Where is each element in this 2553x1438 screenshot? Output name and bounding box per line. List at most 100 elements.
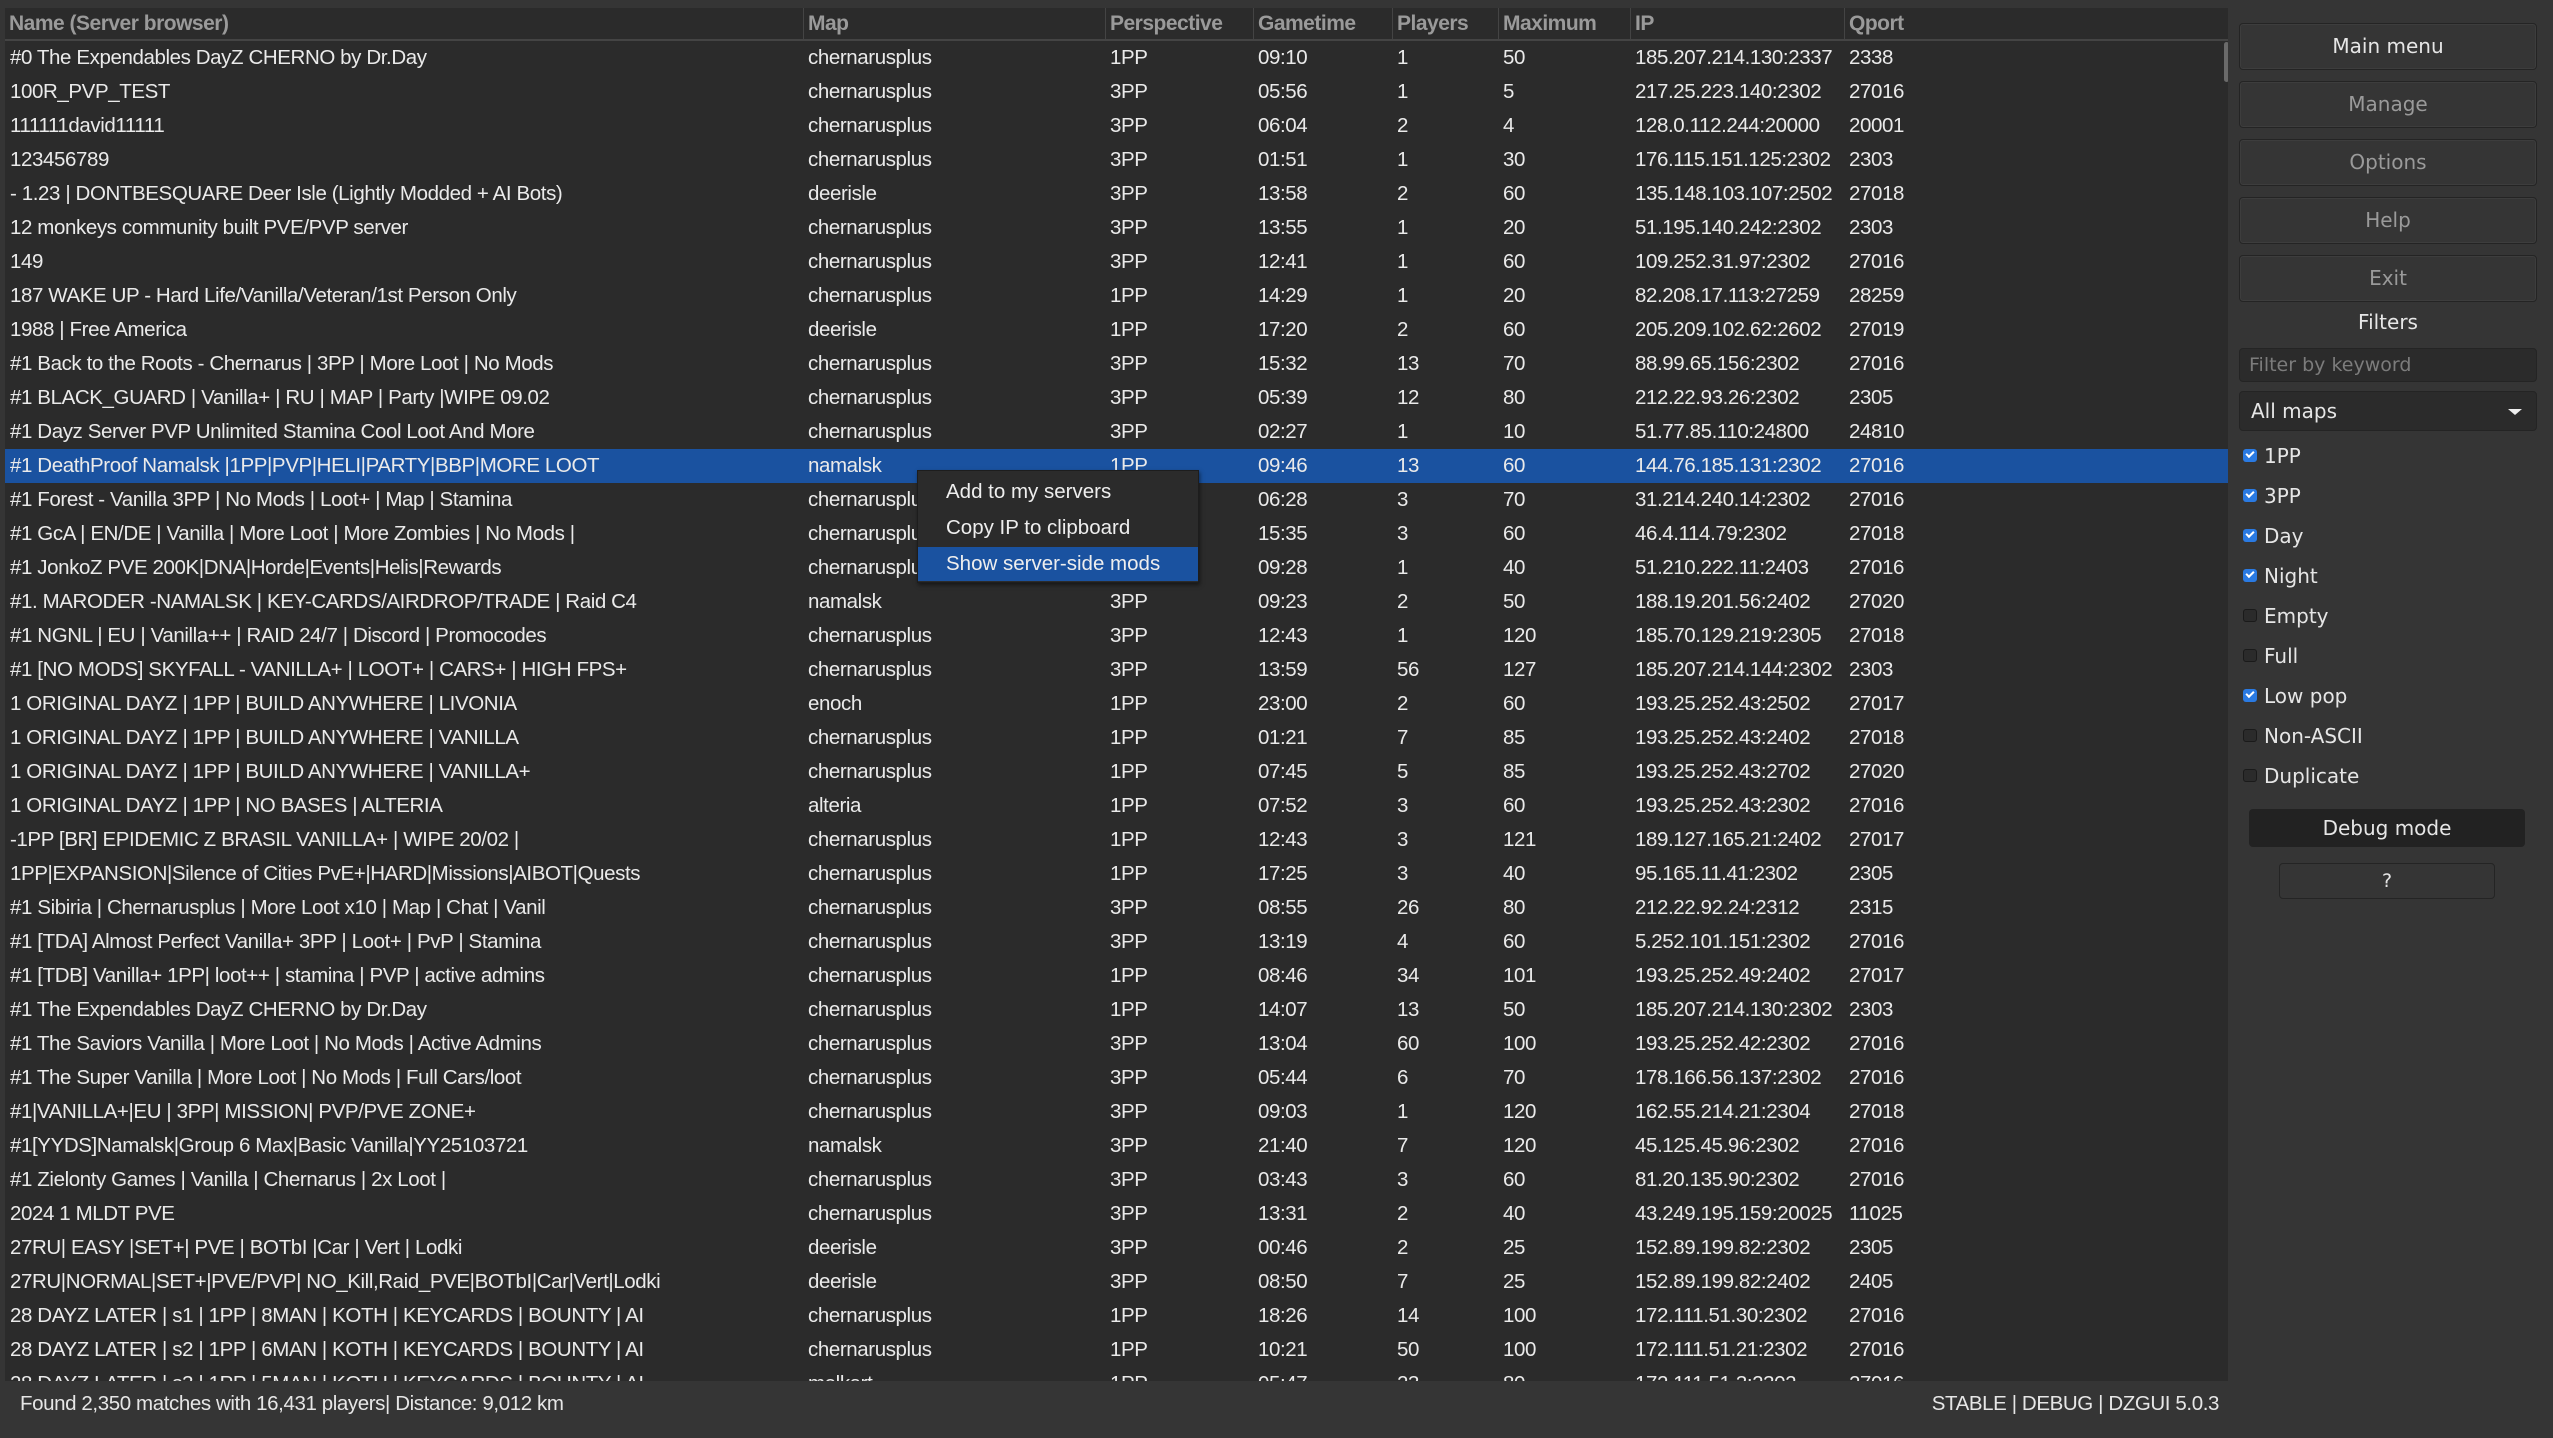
- table-row[interactable]: #1 The Expendables DayZ CHERNO by Dr.Day…: [5, 993, 2228, 1027]
- table-row[interactable]: #1 Dayz Server PVP Unlimited Stamina Coo…: [5, 415, 2228, 449]
- column-header-ip[interactable]: IP: [1630, 8, 1844, 39]
- exit-button[interactable]: Exit: [2239, 255, 2537, 302]
- table-row[interactable]: 1PP|EXPANSION|Silence of Cities PvE+|HAR…: [5, 857, 2228, 891]
- cell-perspective: 3PP: [1110, 658, 1148, 681]
- checkbox-unchecked-icon[interactable]: [2243, 769, 2257, 782]
- table-row[interactable]: #0 The Expendables DayZ CHERNO by Dr.Day…: [5, 41, 2228, 75]
- cell-qport: 2303: [1849, 148, 1894, 171]
- options-button[interactable]: Options: [2239, 139, 2537, 186]
- table-row[interactable]: 187 WAKE UP - Hard Life/Vanilla/Veteran/…: [5, 279, 2228, 313]
- checkbox-empty[interactable]: Empty: [2243, 601, 2329, 631]
- table-row[interactable]: #1[YYDS]Namalsk|Group 6 Max|Basic Vanill…: [5, 1129, 2228, 1163]
- table-row[interactable]: #1 [NO MODS] SKYFALL - VANILLA+ | LOOT+ …: [5, 653, 2228, 687]
- help-button[interactable]: Help: [2239, 197, 2537, 244]
- table-row[interactable]: -1PP [BR] EPIDEMIC Z BRASIL VANILLA+ | W…: [5, 823, 2228, 857]
- checkbox-full[interactable]: Full: [2243, 641, 2298, 671]
- menu-item-copy-ip[interactable]: Copy IP to clipboard: [918, 511, 1198, 545]
- main-menu-button[interactable]: Main menu: [2239, 23, 2537, 70]
- table-row[interactable]: 1 ORIGINAL DAYZ | 1PP | NO BASES | ALTER…: [5, 789, 2228, 823]
- table-row[interactable]: #1 The Super Vanilla | More Loot | No Mo…: [5, 1061, 2228, 1095]
- checkbox-checked-icon[interactable]: [2243, 569, 2257, 582]
- checkbox-1pp[interactable]: 1PP: [2243, 441, 2301, 471]
- table-row[interactable]: #1 The Saviors Vanilla | More Loot | No …: [5, 1027, 2228, 1061]
- cell-name: #1|VANILLA+|EU | 3PP| MISSION| PVP/PVE Z…: [10, 1100, 476, 1123]
- checkbox-checked-icon[interactable]: [2243, 489, 2257, 502]
- cell-players: 23: [1397, 1367, 1419, 1381]
- checkbox-checked-icon[interactable]: [2243, 689, 2257, 702]
- table-row[interactable]: 123456789 chernarusplus 3PP 01:51 1 30 176.115…: [5, 143, 2228, 177]
- table-row[interactable]: #1|VANILLA+|EU | 3PP| MISSION| PVP/PVE Z…: [5, 1095, 2228, 1129]
- checkbox-day[interactable]: Day: [2243, 521, 2304, 551]
- table-row[interactable]: 2024 1 MLDT PVE chernarusplus 3PP 13:31 2 40 4…: [5, 1197, 2228, 1231]
- question-button[interactable]: ?: [2279, 863, 2495, 899]
- table-row[interactable]: 100R_PVP_TEST chernarusplus 3PP 05:56 1 5 217.…: [5, 75, 2228, 109]
- column-header-players[interactable]: Players: [1392, 8, 1498, 39]
- table-row[interactable]: #1 [TDB] Vanilla+ 1PP| loot++ | stamina …: [5, 959, 2228, 993]
- table-row[interactable]: - 1.23 | DONTBESQUARE Deer Isle (Lightly…: [5, 177, 2228, 211]
- checkbox-night[interactable]: Night: [2243, 561, 2318, 591]
- table-row[interactable]: 27RU| EASY |SET+| PVE | BOTbI |Car | Ver…: [5, 1231, 2228, 1265]
- checkbox-unchecked-icon[interactable]: [2243, 609, 2257, 622]
- checkbox-duplicate[interactable]: Duplicate: [2243, 761, 2359, 791]
- debug-mode-button[interactable]: Debug mode: [2249, 809, 2525, 847]
- cell-gametime: 00:46: [1258, 1236, 1308, 1259]
- cell-maximum: 60: [1503, 182, 1526, 205]
- cell-players: 1: [1397, 148, 1409, 171]
- cell-name: 28 DAYZ LATER | s2 | 1PP | 6MAN | KOTH |…: [10, 1338, 644, 1361]
- cell-players: 1: [1397, 46, 1409, 69]
- table-row[interactable]: #1 BLACK_GUARD | Vanilla+ | RU | MAP | P…: [5, 381, 2228, 415]
- table-row[interactable]: 28 DAYZ LATER | s2 | 1PP | 6MAN | KOTH |…: [5, 1333, 2228, 1367]
- checkbox-unchecked-icon[interactable]: [2243, 649, 2257, 662]
- map-select[interactable]: All maps: [2239, 391, 2537, 431]
- table-row[interactable]: #1 Back to the Roots - Chernarus | 3PP |…: [5, 347, 2228, 381]
- table-row[interactable]: 12 monkeys community built PVE/PVP serve…: [5, 211, 2228, 245]
- table-row[interactable]: 28 DAYZ LATER | s3 | 1PP | 5MAN | KOTH |…: [5, 1367, 2228, 1381]
- table-row[interactable]: #1 [TDA] Almost Perfect Vanilla+ 3PP | L…: [5, 925, 2228, 959]
- checkbox-checked-icon[interactable]: [2243, 449, 2257, 462]
- keyword-filter-input[interactable]: [2239, 348, 2537, 382]
- checkbox-non-ascii[interactable]: Non-ASCII: [2243, 721, 2363, 751]
- table-row[interactable]: 1 ORIGINAL DAYZ | 1PP | BUILD ANYWHERE |…: [5, 687, 2228, 721]
- cell-qport: 27016: [1849, 794, 1905, 817]
- checkbox-unchecked-icon[interactable]: [2243, 729, 2257, 742]
- cell-qport: 27018: [1849, 624, 1905, 647]
- manage-button[interactable]: Manage: [2239, 81, 2537, 128]
- checkbox-3pp[interactable]: 3PP: [2243, 481, 2301, 511]
- table-row[interactable]: 149 chernarusplus 3PP 12:41 1 60 109.252.31.97…: [5, 245, 2228, 279]
- checkbox-low-pop[interactable]: Low pop: [2243, 681, 2347, 711]
- table-row[interactable]: 1 ORIGINAL DAYZ | 1PP | BUILD ANYWHERE |…: [5, 721, 2228, 755]
- cell-perspective: 3PP: [1110, 590, 1148, 613]
- table-row[interactable]: 1988 | Free America deerisle 1PP 17:20 2 60 20…: [5, 313, 2228, 347]
- menu-item-show-server-side-mods[interactable]: Show server-side mods: [918, 547, 1198, 581]
- column-header-name[interactable]: Name (Server browser): [5, 8, 803, 39]
- cell-ip: 95.165.11.41:2302: [1635, 862, 1798, 885]
- cell-perspective: 1PP: [1110, 828, 1148, 851]
- server-table[interactable]: Name (Server browser) Map Perspective Gamet…: [5, 8, 2228, 1381]
- cell-ip: 88.99.65.156:2302: [1635, 352, 1800, 375]
- table-row[interactable]: 27RU|NORMAL|SET+|PVE/PVP| NO_Kill,Raid_P…: [5, 1265, 2228, 1299]
- table-row[interactable]: #1. MARODER -NAMALSK | KEY-CARDS/AIRDROP…: [5, 585, 2228, 619]
- menu-item-add-to-my-servers[interactable]: Add to my servers: [918, 475, 1198, 509]
- vertical-scrollbar[interactable]: [2224, 42, 2228, 82]
- column-header-map[interactable]: Map: [803, 8, 1105, 39]
- column-header-perspective[interactable]: Perspective: [1105, 8, 1253, 39]
- cell-ip: 185.207.214.144:2302: [1635, 658, 1833, 681]
- column-header-qport[interactable]: Qport: [1844, 8, 2223, 39]
- table-row[interactable]: 1 ORIGINAL DAYZ | 1PP | BUILD ANYWHERE |…: [5, 755, 2228, 789]
- table-row[interactable]: #1 Sibiria | Chernarusplus | More Loot x…: [5, 891, 2228, 925]
- cell-ip: 51.77.85.110:24800: [1635, 420, 1809, 443]
- cell-perspective: 3PP: [1110, 216, 1148, 239]
- cell-name: #1 Back to the Roots - Chernarus | 3PP |…: [10, 352, 554, 375]
- column-header-gametime[interactable]: Gametime: [1253, 8, 1392, 39]
- table-row[interactable]: #1 Zielonty Games | Vanilla | Chernarus …: [5, 1163, 2228, 1197]
- cell-qport: 2405: [1849, 1270, 1894, 1293]
- cell-maximum: 50: [1503, 46, 1526, 69]
- table-row[interactable]: 28 DAYZ LATER | s1 | 1PP | 8MAN | KOTH |…: [5, 1299, 2228, 1333]
- cell-gametime: 13:55: [1258, 216, 1308, 239]
- table-row[interactable]: 111111david11111 chernarusplus 3PP 06:04 2 4 1…: [5, 109, 2228, 143]
- column-header-maximum[interactable]: Maximum: [1498, 8, 1630, 39]
- table-row[interactable]: #1 NGNL | EU | Vanilla++ | RAID 24/7 | D…: [5, 619, 2228, 653]
- cell-gametime: 01:51: [1258, 148, 1308, 171]
- checkbox-checked-icon[interactable]: [2243, 529, 2257, 542]
- cell-players: 7: [1397, 726, 1409, 749]
